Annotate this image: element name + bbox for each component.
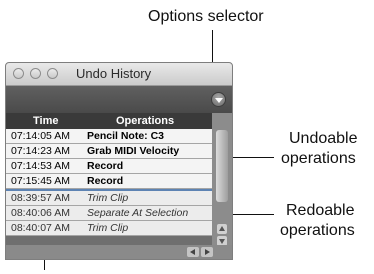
close-button[interactable] xyxy=(13,68,24,79)
scroll-right-arrow[interactable] xyxy=(201,247,213,257)
window-title: Undo History xyxy=(76,66,152,81)
row-time: 07:14:23 AM xyxy=(11,145,70,157)
options-selector-button[interactable] xyxy=(211,92,226,107)
redo-row[interactable]: 08:40:07 AM Trim Clip xyxy=(6,221,212,236)
vertical-scrollbar[interactable] xyxy=(212,113,232,259)
row-time: 07:14:05 AM xyxy=(11,130,70,142)
undo-row[interactable]: 07:14:23 AM Grab MIDI Velocity xyxy=(6,144,212,159)
redoable-callout-line2: operations xyxy=(280,222,355,239)
undo-row[interactable]: 07:14:05 AM Pencil Note: C3 xyxy=(6,129,212,144)
row-time: 08:40:07 AM xyxy=(11,222,70,234)
redo-row[interactable]: 08:40:06 AM Separate At Selection xyxy=(6,206,212,221)
history-list: 07:14:05 AM Pencil Note: C3 07:14:23 AM … xyxy=(6,129,212,236)
redoable-leader xyxy=(233,214,274,215)
redo-row[interactable]: 08:39:57 AM Trim Clip xyxy=(6,191,212,206)
options-selector-callout: Options selector xyxy=(148,8,264,25)
scroll-up-arrow[interactable] xyxy=(217,224,227,234)
undoable-leader xyxy=(233,157,274,158)
undo-history-window: Undo History Time Operations 07:14:05 AM… xyxy=(5,62,233,260)
row-operation: Record xyxy=(87,160,124,172)
row-operation: Grab MIDI Velocity xyxy=(87,145,180,157)
column-header: Time Operations xyxy=(6,113,212,129)
row-operation: Pencil Note: C3 xyxy=(87,130,165,142)
zoom-button[interactable] xyxy=(47,68,58,79)
row-operation: Record xyxy=(87,175,124,187)
row-time: 07:15:45 AM xyxy=(11,175,70,187)
minimize-button[interactable] xyxy=(30,68,41,79)
toolbar xyxy=(6,86,232,113)
row-operation: Trim Clip xyxy=(87,222,129,234)
undoable-callout-line2: operations xyxy=(281,150,356,167)
row-time: 08:40:06 AM xyxy=(11,207,70,219)
operations-column-header[interactable]: Operations xyxy=(116,115,174,127)
title-bar: Undo History xyxy=(6,63,232,86)
undo-row[interactable]: 07:15:45 AM Record xyxy=(6,174,212,189)
time-column-header[interactable]: Time xyxy=(33,115,58,127)
redoable-callout-line1: Redoable xyxy=(286,202,355,219)
row-time: 08:39:57 AM xyxy=(11,192,70,204)
row-operation: Trim Clip xyxy=(87,192,129,204)
scroll-left-arrow[interactable] xyxy=(187,247,199,257)
row-time: 07:14:53 AM xyxy=(11,160,70,172)
undo-row[interactable]: 07:14:53 AM Record xyxy=(6,159,212,174)
undoable-callout-line1: Undoable xyxy=(289,130,358,147)
horizontal-scrollbar[interactable] xyxy=(6,245,232,259)
scrollbar-thumb[interactable] xyxy=(216,130,228,202)
row-operation: Separate At Selection xyxy=(87,207,189,219)
